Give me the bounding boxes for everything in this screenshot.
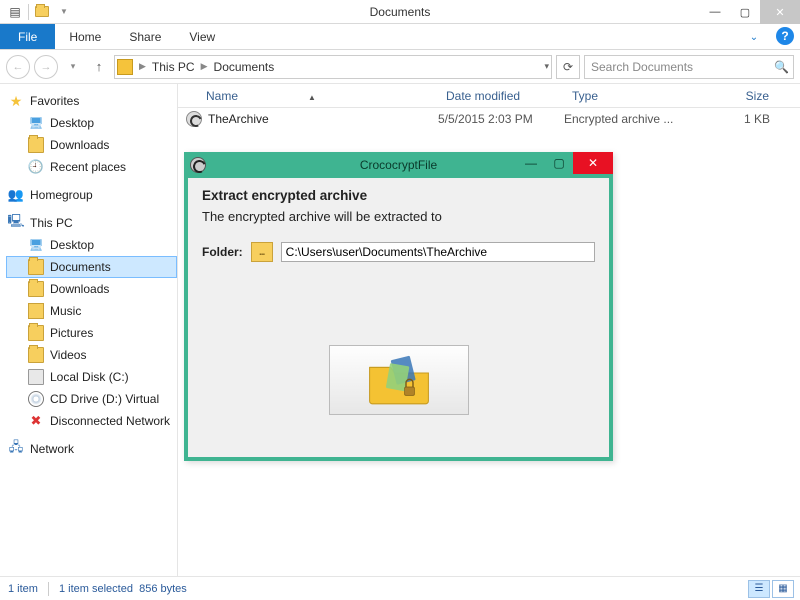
folder-input[interactable]: [281, 242, 595, 262]
tab-share[interactable]: Share: [115, 24, 175, 49]
forward-button[interactable]: →: [34, 55, 58, 79]
col-size[interactable]: Size: [684, 89, 800, 103]
address-bar: ← → ▾ ↑ ▶ This PC ▶ Documents ▾ ⟳ Search…: [0, 50, 800, 84]
pc-icon: 🖳: [8, 215, 24, 231]
breadcrumb-sep[interactable]: ▶: [137, 61, 148, 72]
refresh-button[interactable]: ⟳: [556, 55, 580, 79]
dialog-minimize-button[interactable]: —: [517, 152, 545, 174]
dialog-titlebar[interactable]: CrococryptFile — ▢ ✕: [184, 152, 613, 178]
ribbon: File Home Share View ⌄ ?: [0, 24, 800, 50]
table-row[interactable]: TheArchive 5/5/2015 2:03 PM Encrypted ar…: [178, 108, 800, 130]
nav-item-desktop2[interactable]: 🖥Desktop: [6, 234, 177, 256]
music-icon: [28, 303, 44, 319]
browse-button[interactable]: ...: [251, 242, 273, 262]
nav-item-desktop[interactable]: 🖥Desktop: [6, 112, 177, 134]
breadcrumb-dropdown-icon[interactable]: ▾: [544, 61, 549, 72]
nav-network[interactable]: 🖧Network: [6, 438, 177, 460]
status-selected: 1 item selected: [59, 583, 133, 595]
disk-icon: [28, 369, 44, 385]
star-icon: ★: [8, 93, 24, 109]
breadcrumb[interactable]: ▶ This PC ▶ Documents ▾: [114, 55, 552, 79]
nav-item-documents[interactable]: Documents: [6, 256, 177, 278]
help-icon[interactable]: ?: [776, 27, 794, 45]
minimize-button[interactable]: —: [700, 0, 730, 24]
dialog-description: The encrypted archive will be extracted …: [202, 209, 595, 224]
nav-item-downloads2[interactable]: Downloads: [6, 278, 177, 300]
file-name: TheArchive: [208, 112, 269, 126]
status-count: 1 item: [8, 583, 38, 595]
tab-view[interactable]: View: [175, 24, 229, 49]
nav-item-recent[interactable]: 🕘Recent places: [6, 156, 177, 178]
recent-locations-icon[interactable]: ▾: [62, 61, 84, 72]
search-placeholder: Search Documents: [591, 60, 693, 74]
pictures-icon: [28, 325, 44, 341]
breadcrumb-sep[interactable]: ▶: [199, 61, 210, 72]
homegroup-icon: 👥: [8, 187, 24, 203]
nav-item-pictures[interactable]: Pictures: [6, 322, 177, 344]
folder-icon: [28, 259, 44, 275]
column-headers: Name▲ Date modified Type Size: [178, 84, 800, 108]
extract-button[interactable]: [329, 345, 469, 415]
nav-item-music[interactable]: Music: [6, 300, 177, 322]
folder-icon: [28, 281, 44, 297]
cd-icon: [28, 391, 44, 407]
titlebar: ▤ ▼ Documents — ▢ ✕: [0, 0, 800, 24]
breadcrumb-thispc[interactable]: This PC: [148, 60, 199, 74]
extract-folder-icon: [363, 352, 435, 408]
recent-icon: 🕘: [28, 159, 44, 175]
app-icon: [190, 157, 206, 173]
nav-item-downloads[interactable]: Downloads: [6, 134, 177, 156]
status-bar: 1 item 1 item selected 856 bytes ☰ ▦: [0, 576, 800, 600]
file-date: 5/5/2015 2:03 PM: [438, 112, 564, 126]
file-tab[interactable]: File: [0, 24, 55, 49]
view-details-button[interactable]: ☰: [748, 580, 770, 598]
file-size: 1 KB: [684, 112, 800, 126]
back-button[interactable]: ←: [6, 55, 30, 79]
view-icons-button[interactable]: ▦: [772, 580, 794, 598]
status-sep: [48, 582, 49, 596]
nav-item-videos[interactable]: Videos: [6, 344, 177, 366]
ribbon-collapse-icon[interactable]: ⌄: [742, 24, 766, 50]
dialog-heading: Extract encrypted archive: [202, 188, 595, 203]
dialog-close-button[interactable]: ✕: [573, 152, 613, 174]
file-type: Encrypted archive ...: [564, 112, 684, 126]
folder-label: Folder:: [202, 245, 243, 259]
qat-properties-icon[interactable]: ▤: [4, 1, 26, 23]
nav-item-disconnected[interactable]: ✖Disconnected Network: [6, 410, 177, 432]
status-size: 856 bytes: [139, 583, 187, 595]
window-title: Documents: [0, 5, 800, 19]
qat-separator: [28, 4, 29, 20]
nav-item-localdisk[interactable]: Local Disk (C:): [6, 366, 177, 388]
archive-icon: [186, 111, 202, 127]
folder-icon: [117, 59, 133, 75]
search-input[interactable]: Search Documents 🔍: [584, 55, 794, 79]
qat-dropdown-icon[interactable]: ▼: [53, 1, 75, 23]
nav-thispc[interactable]: 🖳This PC: [6, 212, 177, 234]
col-type[interactable]: Type: [564, 89, 684, 103]
desktop-icon: 🖥: [28, 115, 44, 131]
folder-icon: [28, 137, 44, 153]
nav-homegroup[interactable]: 👥Homegroup: [6, 184, 177, 206]
col-name[interactable]: Name▲: [178, 89, 438, 103]
breadcrumb-documents[interactable]: Documents: [210, 60, 279, 74]
videos-icon: [28, 347, 44, 363]
dialog-maximize-button[interactable]: ▢: [545, 152, 573, 174]
navigation-pane: ★Favorites 🖥Desktop Downloads 🕘Recent pl…: [0, 84, 178, 576]
desktop-icon: 🖥: [28, 237, 44, 253]
up-button[interactable]: ↑: [88, 59, 110, 74]
qat-newfolder-icon[interactable]: [31, 1, 53, 23]
col-date[interactable]: Date modified: [438, 89, 564, 103]
network-icon: 🖧: [8, 441, 24, 457]
search-icon: 🔍: [774, 60, 789, 74]
maximize-button[interactable]: ▢: [730, 0, 760, 24]
crococrypt-dialog: CrococryptFile — ▢ ✕ Extract encrypted a…: [184, 152, 613, 461]
close-button[interactable]: ✕: [760, 0, 800, 24]
nav-item-cddrive[interactable]: CD Drive (D:) Virtual: [6, 388, 177, 410]
tab-home[interactable]: Home: [55, 24, 115, 49]
disconnected-icon: ✖: [28, 413, 44, 429]
nav-favorites[interactable]: ★Favorites: [6, 90, 177, 112]
sort-asc-icon: ▲: [308, 93, 316, 102]
